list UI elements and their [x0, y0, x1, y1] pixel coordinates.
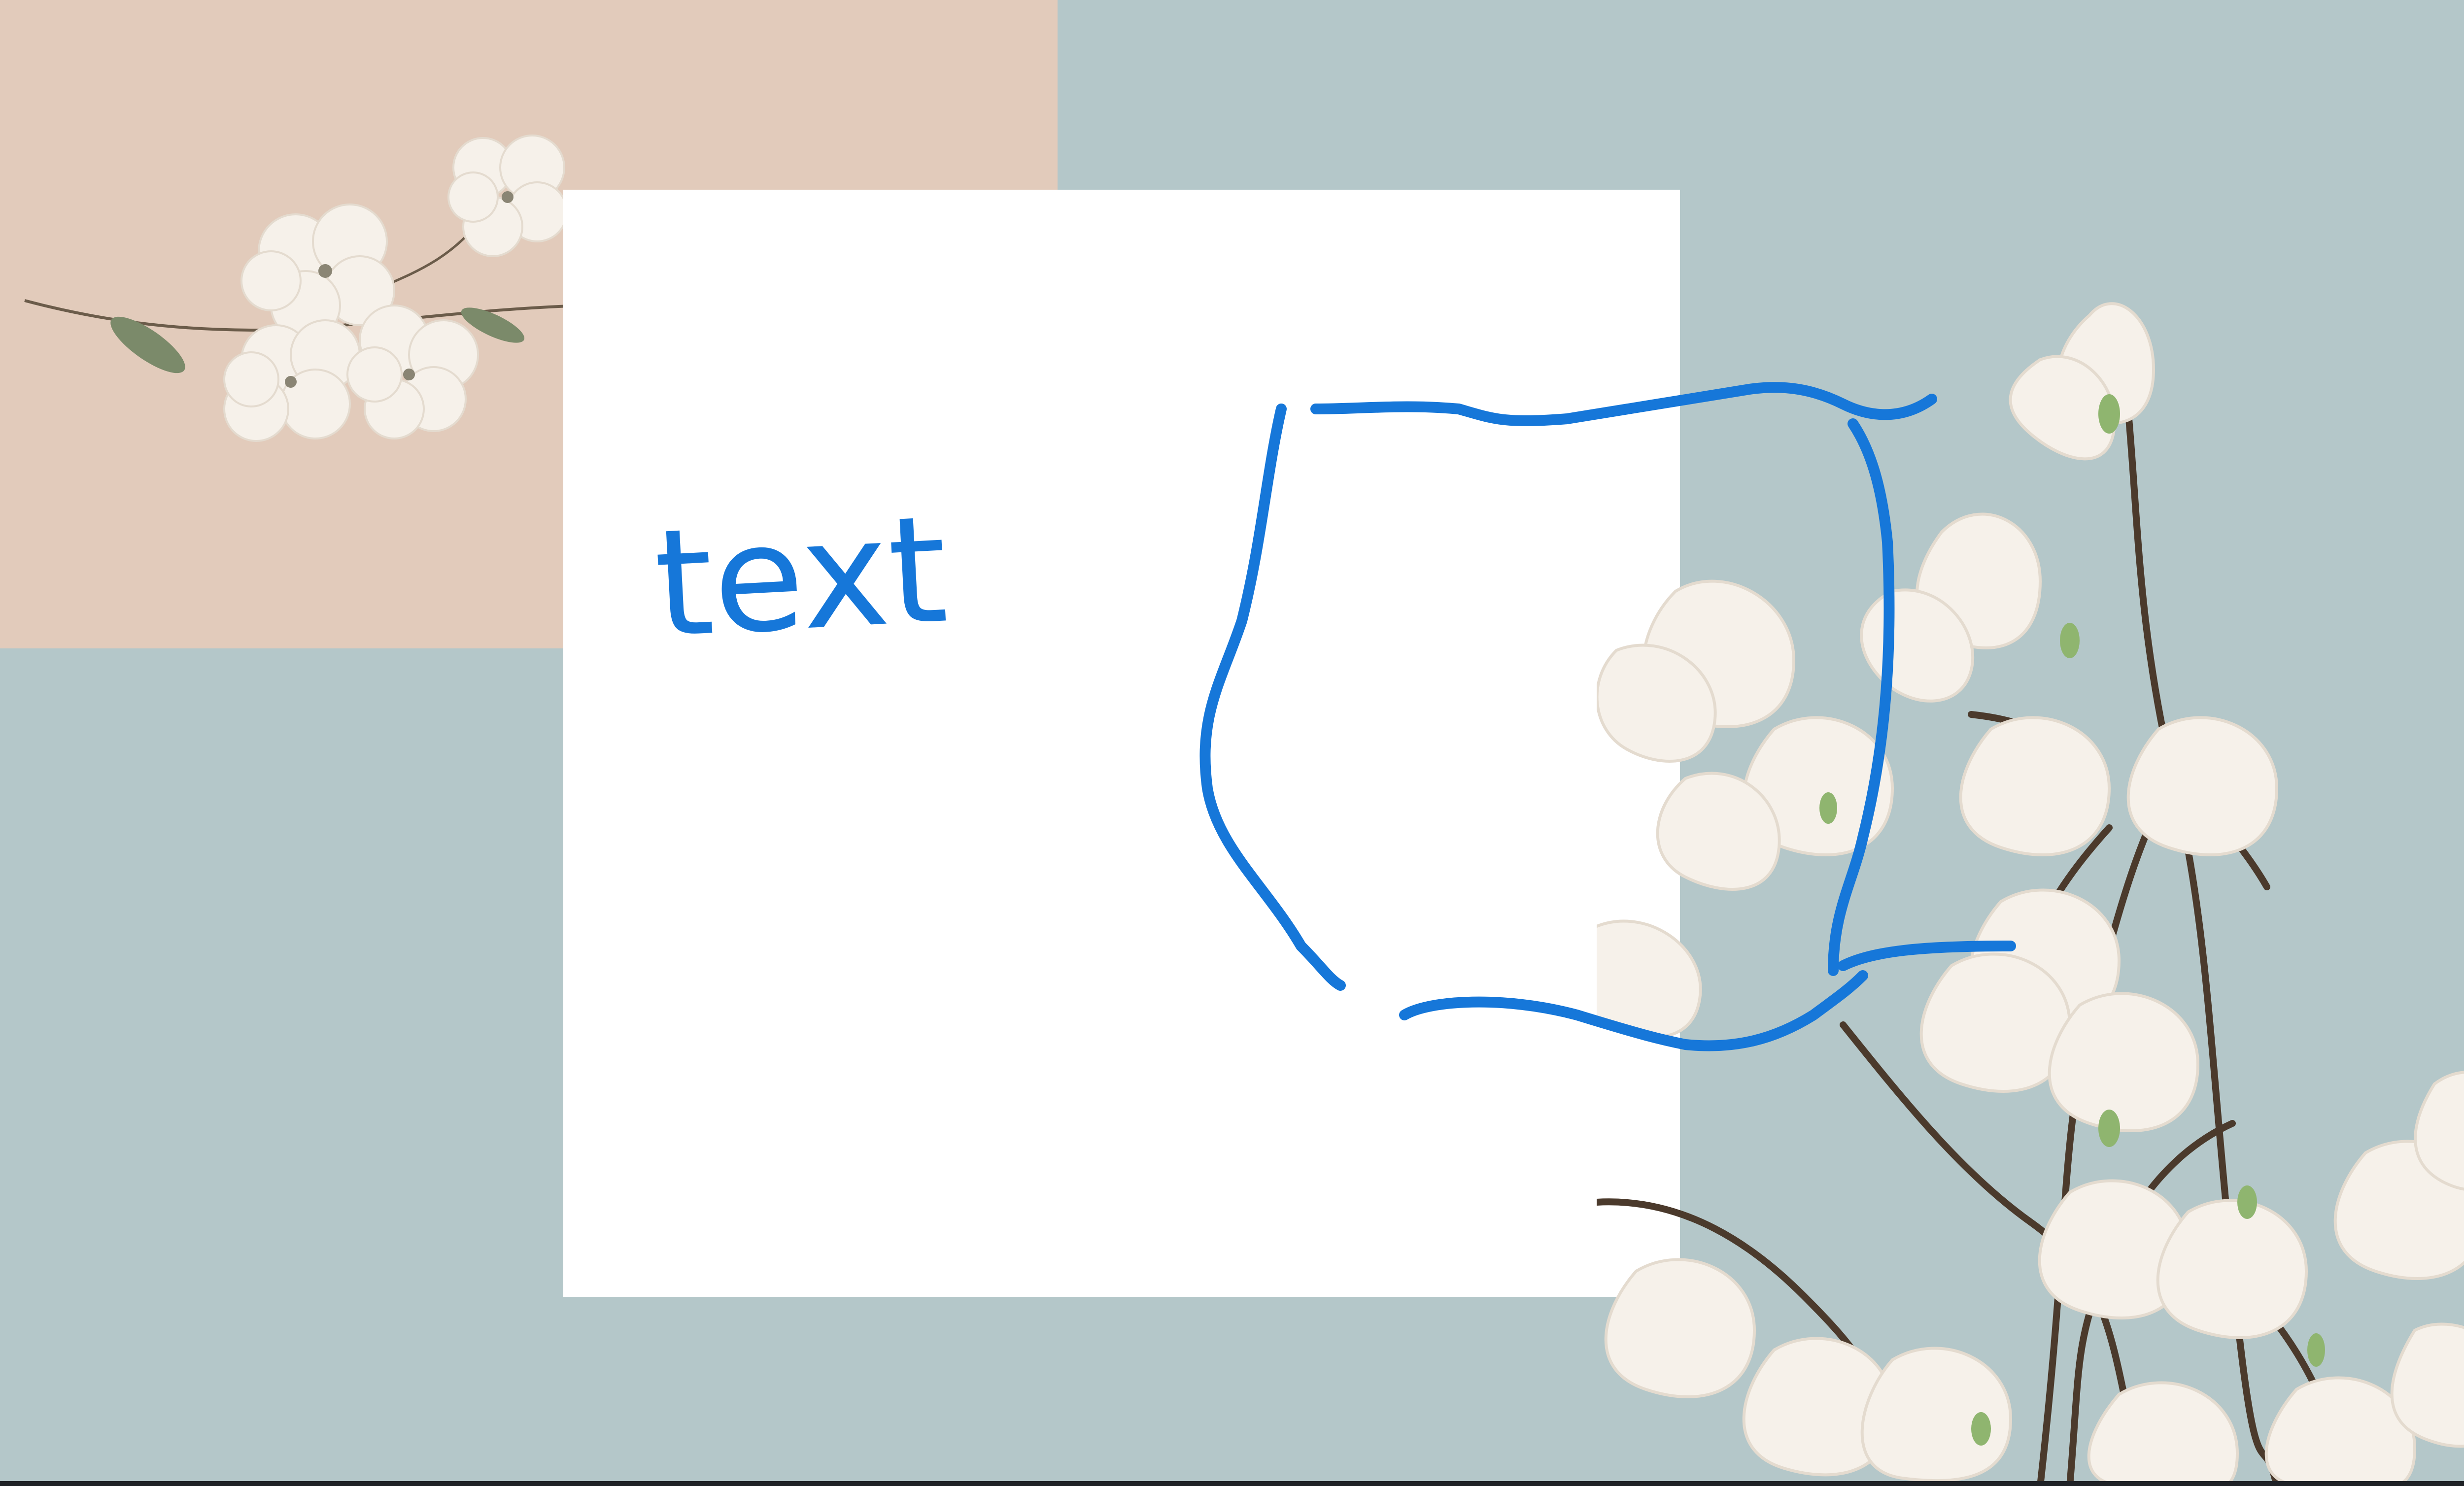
- hand-drawn-rectangle: [1199, 382, 2016, 1051]
- handwritten-word: text: [650, 483, 951, 671]
- ink-annotation-layer: text: [650, 382, 2016, 1051]
- bottom-edge: [0, 1481, 2464, 1486]
